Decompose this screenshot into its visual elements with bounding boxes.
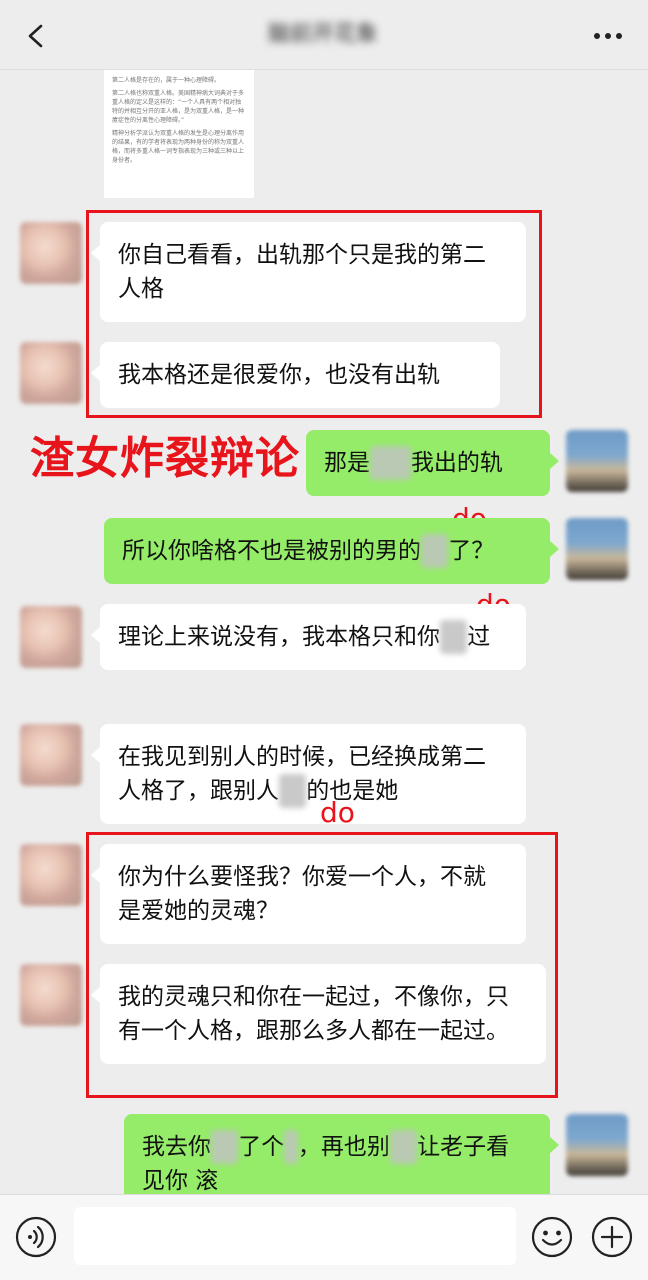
contact-avatar[interactable] [20,964,82,1026]
emoji-icon[interactable] [530,1215,574,1259]
annotation-do: do [320,796,355,829]
message-bubble[interactable]: 我本格还是很爱你，也没有出轨 [91,342,500,408]
message-text: 你为什么要怪我？你爱一个人，不就是爱她的灵魂？ [118,864,486,924]
input-bar [0,1194,648,1280]
chat-title: 脑前开花象 [267,22,378,47]
self-avatar[interactable] [566,430,628,492]
annotation-caption: 渣女炸裂辩论 [30,433,300,484]
message-bubble[interactable]: 我的灵魂只和你在一起过，不像你，只有一个人格，跟那么多人都在一起过。 [91,964,546,1064]
message-input[interactable] [74,1207,516,1265]
message-bubble[interactable]: 理论上来说没有，我本格只和你xx过 [91,604,526,670]
censored-text: xx [389,1130,418,1164]
more-dots-icon[interactable] [592,26,624,46]
message-text: 我去你 [142,1134,211,1160]
contact-avatar[interactable] [20,606,82,668]
self-avatar[interactable] [566,1114,628,1176]
image-text-paragraph: 精神分析学派认为双重人格的发生是心理分离作用的结果，有的学者将表现为两种身份的称… [112,130,245,164]
censored-text: x [284,1130,298,1164]
contact-avatar[interactable] [20,844,82,906]
message-bubble[interactable]: 你为什么要怪我？你爱一个人，不就是爱她的灵魂？ [91,844,526,944]
censored-text: xx [279,774,307,808]
plus-icon[interactable] [590,1215,634,1259]
message-bubble[interactable]: 所以你啥格不也是被别的男的xx了？ [104,518,559,584]
censored-text: xx [211,1130,239,1164]
message-text: 过 [467,624,491,650]
message-text: 理论上来说没有，我本格只和你 [118,624,440,650]
self-avatar[interactable] [566,518,628,580]
message-text: 我出的轨 [410,450,503,476]
contact-avatar[interactable] [20,222,82,284]
contact-avatar[interactable] [20,342,82,404]
voice-icon[interactable] [14,1215,58,1259]
message-bubble[interactable]: 那是xxx我出的轨 [306,430,559,496]
chat-header: 脑前开花象 [0,0,648,70]
chat-message-list[interactable]: 第二人格是存在的，属于一种心理障碍。 第二人格也称双重人格。美国精神病大词典对于… [0,70,648,1194]
message-bubble[interactable]: 你自己看看，出轨那个只是我的第二人格 [91,222,526,322]
censored-text: xx [440,620,468,654]
message-text: 所以你啥格不也是被别的男的 [122,538,421,564]
message-bubble[interactable]: 在我见到别人的时候，已经换成第二人格了，跟别人xx的也是她 [91,724,526,824]
censored-text: xx [421,534,449,568]
message-text: 了？ [448,538,495,564]
chevron-left-icon[interactable] [26,24,46,48]
message-text: 了个 [238,1134,285,1160]
message-text: 你自己看看，出轨那个只是我的第二人格 [118,242,486,302]
message-text: 我的灵魂只和你在一起过，不像你，只有一个人格，跟那么多人都在一起过。 [118,984,509,1044]
message-text: 我本格还是很爱你，也没有出轨 [118,362,440,388]
message-text: ，再也别 [297,1134,390,1160]
image-text-paragraph: 第二人格是存在的，属于一种心理障碍。 [112,77,221,84]
message-bubble[interactable]: 我去你xx了个x，再也别xx让老子看见你 滚 [124,1114,559,1194]
message-text: 那是 [324,450,370,476]
image-text-paragraph: 第二人格也称双重人格。美国精神病大词典对于多重人格的定义是这样的：“一个人具有两… [112,90,245,124]
shared-image-message[interactable]: 第二人格是存在的，属于一种心理障碍。 第二人格也称双重人格。美国精神病大词典对于… [104,70,254,198]
contact-avatar[interactable] [20,724,82,786]
censored-text: xxx [370,446,411,480]
